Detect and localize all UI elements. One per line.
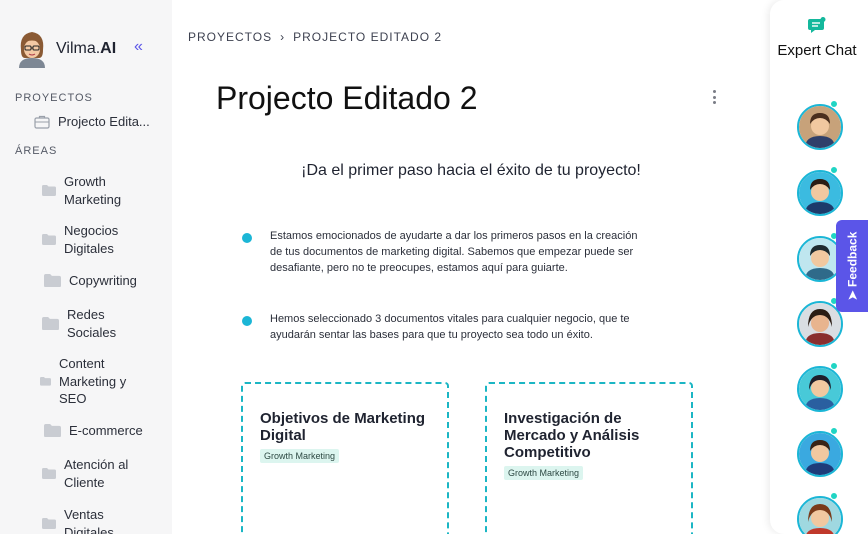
info-bullet: Hemos seleccionado 3 documentos vitales … <box>242 311 640 343</box>
folder-icon <box>44 274 61 288</box>
sidebar-project-label: Projecto Edita... <box>58 114 150 129</box>
breadcrumb: PROYECTOS › PROJECTO EDITADO 2 <box>188 30 442 44</box>
chat-icon[interactable] <box>808 17 826 35</box>
breadcrumb-current: PROJECTO EDITADO 2 <box>293 30 443 44</box>
collapse-sidebar-icon[interactable]: « <box>134 39 143 55</box>
expert-avatar[interactable] <box>797 431 843 477</box>
expert-avatar-icon <box>799 498 841 534</box>
bullet-dot-icon <box>242 233 252 243</box>
sidebar-area-label: Negocios Digitales <box>64 223 119 256</box>
vilma-avatar-logo <box>19 32 45 68</box>
sidebar-area-redes-sociales[interactable]: Redes Sociales <box>42 306 157 341</box>
more-options-icon[interactable] <box>708 88 720 106</box>
expert-avatar[interactable] <box>797 170 843 216</box>
folder-icon <box>42 316 59 331</box>
info-bullet: Estamos emocionados de ayudarte a dar lo… <box>242 228 640 276</box>
feedback-arrow-icon: ➤ <box>845 286 859 301</box>
expert-avatar-icon <box>799 238 841 280</box>
bullet-text: Hemos seleccionado 3 documentos vitales … <box>270 313 630 341</box>
online-status-dot <box>830 100 838 108</box>
sidebar-project-item[interactable]: Projecto Edita... <box>34 114 150 129</box>
sidebar-area-atencion-cliente[interactable]: Atención al Cliente <box>42 456 154 491</box>
projects-section-label: PROYECTOS <box>15 92 93 104</box>
online-status-dot <box>830 166 838 174</box>
feedback-button[interactable]: ➤ Feedback <box>836 220 868 312</box>
online-status-dot <box>830 492 838 500</box>
document-card[interactable]: Investigación de Mercado y Análisis Comp… <box>485 382 693 534</box>
expert-avatar-icon <box>799 303 841 345</box>
sidebar-area-copywriting[interactable]: Copywriting <box>44 272 159 290</box>
expert-avatar-icon <box>799 106 841 148</box>
folder-icon <box>42 234 56 245</box>
sidebar-area-growth-marketing[interactable]: Growth Marketing <box>42 173 154 208</box>
chevron-right-icon: › <box>280 30 286 44</box>
breadcrumb-root-link[interactable]: PROYECTOS <box>188 30 272 44</box>
expert-avatar-icon <box>799 368 841 410</box>
expert-avatar[interactable] <box>797 496 843 534</box>
sidebar-area-label: Ventas Digitales <box>64 507 114 534</box>
brand[interactable]: Vilma.AI <box>15 28 116 70</box>
briefcase-icon <box>34 115 50 129</box>
card-title: Objetivos de Marketing Digital <box>260 410 426 444</box>
page-title: Projecto Editado 2 <box>216 80 478 116</box>
main-content: PROYECTOS › PROJECTO EDITADO 2 Projecto … <box>172 0 770 534</box>
sidebar-area-e-commerce[interactable]: E-commerce <box>44 422 159 440</box>
app-window: Vilma.AI « PROYECTOS Projecto Edita... Á… <box>0 0 868 534</box>
folder-icon <box>42 468 56 479</box>
expert-chat-title: Expert Chat <box>777 42 857 59</box>
sidebar-area-ventas-digitales[interactable]: Ventas Digitales <box>42 506 154 534</box>
folder-icon <box>44 424 61 438</box>
feedback-label: Feedback <box>845 231 859 287</box>
document-card[interactable]: Objetivos de Marketing Digital Growth Ma… <box>241 382 449 534</box>
sidebar: Vilma.AI « PROYECTOS Projecto Edita... Á… <box>0 0 172 534</box>
expert-avatar[interactable] <box>797 104 843 150</box>
folder-icon <box>42 185 56 196</box>
online-status-dot <box>830 362 838 370</box>
expert-avatar[interactable] <box>797 366 843 412</box>
sidebar-area-label: Redes Sociales <box>67 307 117 340</box>
expert-avatar-icon <box>799 433 841 475</box>
sidebar-area-negocios-digitales[interactable]: Negocios Digitales <box>42 222 154 257</box>
page-subtitle: ¡Da el primer paso hacia el éxito de tu … <box>301 162 641 179</box>
card-title: Investigación de Mercado y Análisis Comp… <box>504 410 640 461</box>
expert-avatar-icon <box>799 172 841 214</box>
card-tag: Growth Marketing <box>504 466 584 480</box>
brand-name: Vilma.AI <box>56 40 117 57</box>
sidebar-area-label: Growth Marketing <box>64 174 122 207</box>
folder-icon <box>40 376 51 386</box>
card-tag: Growth Marketing <box>260 449 340 463</box>
sidebar-area-label: Copywriting <box>69 273 137 288</box>
bullet-text: Estamos emocionados de ayudarte a dar lo… <box>270 230 638 274</box>
sidebar-area-label: Content Marketing y SEO <box>59 356 127 406</box>
sidebar-area-label: E-commerce <box>69 423 143 438</box>
bullet-dot-icon <box>242 316 252 326</box>
sidebar-area-label: Atención al Cliente <box>64 457 129 490</box>
sidebar-area-content-marketing-seo[interactable]: Content Marketing y SEO <box>40 355 139 408</box>
folder-icon <box>42 518 56 529</box>
online-status-dot <box>830 427 838 435</box>
areas-section-label: ÁREAS <box>15 145 58 157</box>
